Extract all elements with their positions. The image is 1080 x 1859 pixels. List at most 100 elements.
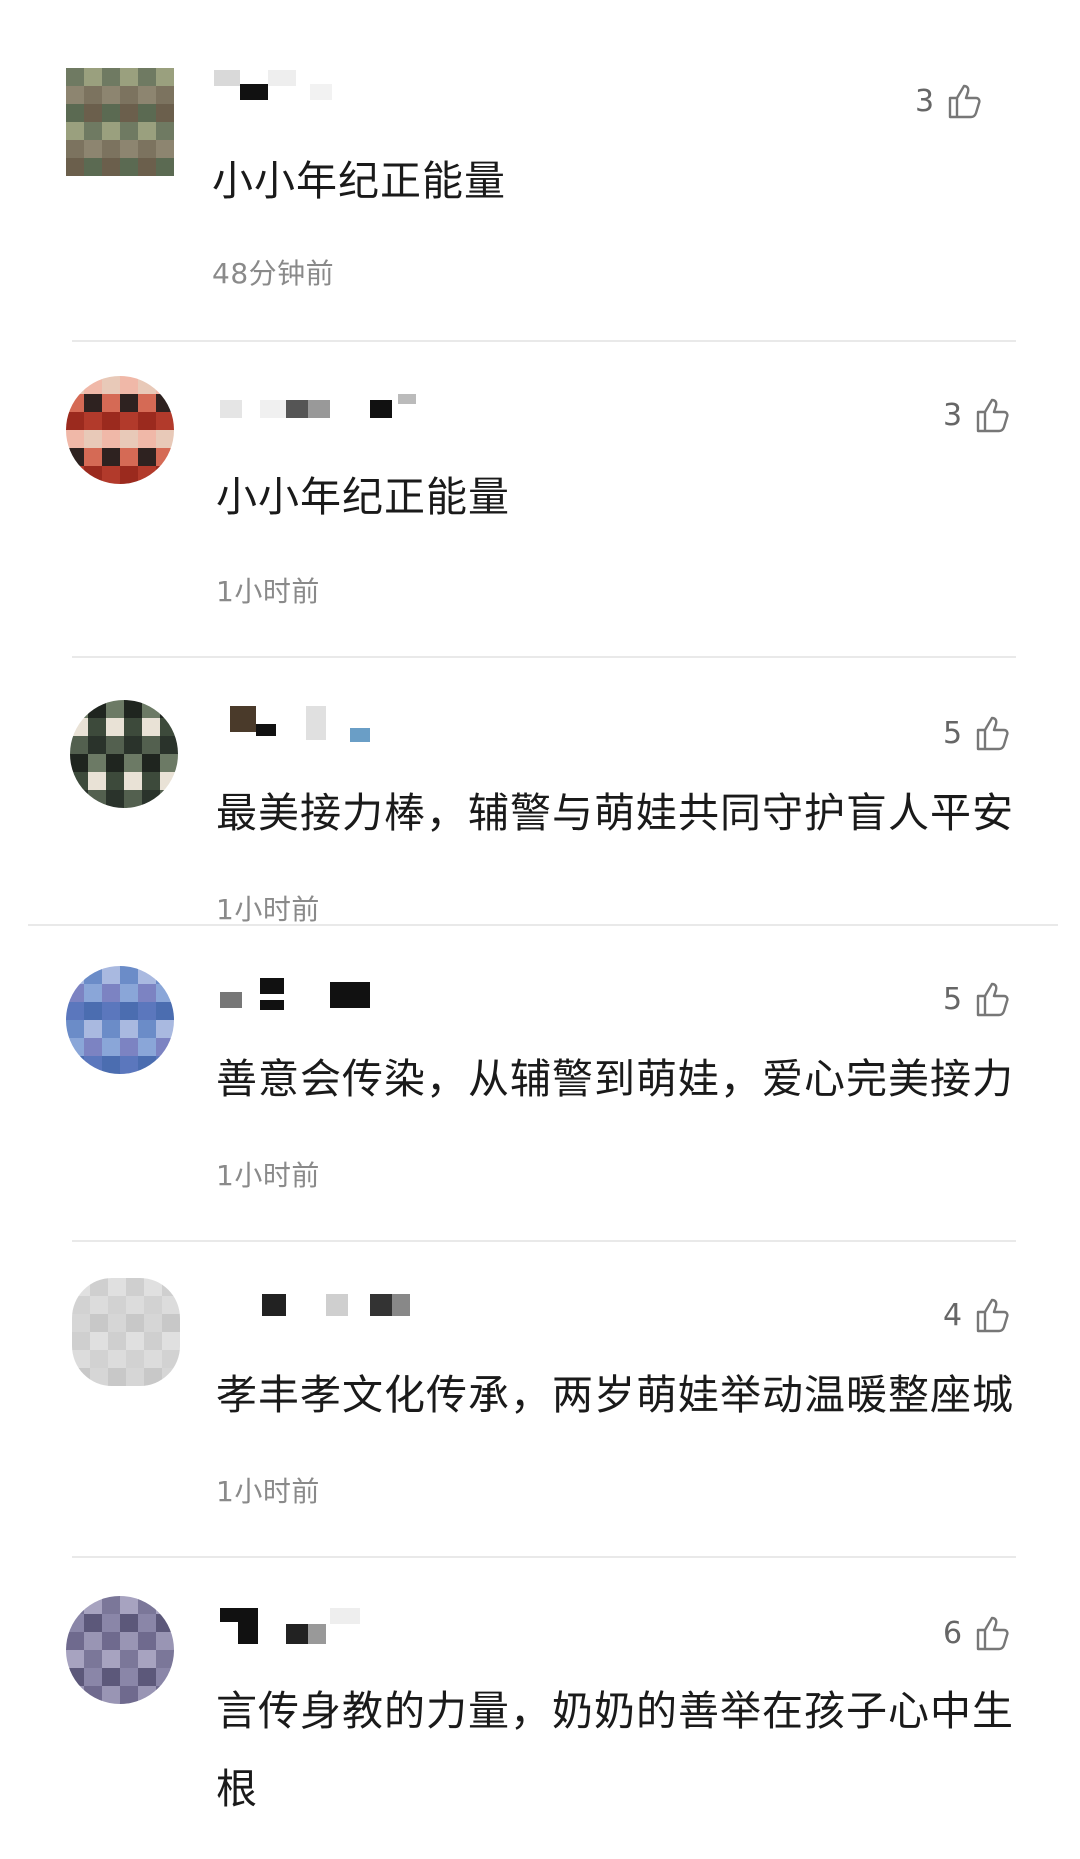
avatar-pixel [88, 700, 106, 718]
avatar-pixel [66, 122, 84, 140]
avatar-pixel [156, 984, 174, 1002]
like-button[interactable]: 4 [943, 1290, 1012, 1340]
avatar-pixel [66, 86, 84, 104]
avatar-pixel [84, 158, 102, 176]
avatar-pixel [156, 966, 174, 984]
avatar-pixel [142, 700, 160, 718]
divider [72, 1556, 1016, 1558]
avatar-pixel [102, 448, 120, 466]
avatar-pixel [138, 122, 156, 140]
username-redacted[interactable] [220, 394, 430, 424]
avatar-pixel [102, 1668, 120, 1686]
avatar-pixel [72, 1368, 90, 1386]
avatar[interactable] [72, 1278, 180, 1386]
avatar-pixel [70, 790, 88, 808]
avatar[interactable] [66, 68, 174, 176]
avatar-pixel [138, 984, 156, 1002]
timestamp: 1小时前 [216, 1159, 320, 1192]
avatar-pixel [138, 158, 156, 176]
avatar-pixel [120, 984, 138, 1002]
avatar-pixel [120, 1650, 138, 1668]
avatar-pixel [84, 1002, 102, 1020]
avatar-pixel [156, 466, 174, 484]
avatar[interactable] [66, 376, 174, 484]
like-button[interactable]: 5 [943, 974, 1012, 1024]
avatar-pixel [156, 412, 174, 430]
like-count: 3 [915, 83, 935, 119]
avatar-pixel [120, 158, 138, 176]
avatar-pixel [102, 1650, 120, 1668]
avatar-pixel [120, 412, 138, 430]
username-redacted[interactable] [214, 70, 354, 100]
avatar[interactable] [66, 1596, 174, 1704]
avatar-pixel [102, 1632, 120, 1650]
avatar-pixel [84, 1056, 102, 1074]
avatar-pixel [70, 736, 88, 754]
avatar-pixel [138, 68, 156, 86]
avatar-pixel [72, 1278, 90, 1296]
avatar-pixel [106, 718, 124, 736]
avatar-pixel [102, 1038, 120, 1056]
username-redacted[interactable] [220, 1294, 420, 1324]
avatar-pixel [138, 1668, 156, 1686]
avatar-pixel [120, 86, 138, 104]
avatar-pixel [120, 140, 138, 158]
avatar-pixel [156, 394, 174, 412]
username-redacted[interactable] [220, 706, 420, 742]
avatar-pixel [160, 736, 178, 754]
avatar-pixel [138, 1056, 156, 1074]
avatar-pixel [126, 1278, 144, 1296]
avatar-pixel [162, 1314, 180, 1332]
avatar-pixel [84, 448, 102, 466]
avatar-pixel [90, 1278, 108, 1296]
like-button[interactable]: 5 [943, 708, 1012, 758]
comment-text: 言传身教的力量，奶奶的善举在孩子心中生根 [216, 1687, 1014, 1813]
avatar-pixel [102, 86, 120, 104]
avatar[interactable] [70, 700, 178, 808]
avatar-pixel [120, 104, 138, 122]
avatar-pixel [66, 966, 84, 984]
timestamp: 1小时前 [216, 893, 320, 926]
username-redacted[interactable] [220, 978, 380, 1010]
like-button[interactable]: 3 [915, 76, 984, 126]
avatar-pixel [138, 1686, 156, 1704]
thumbs-up-icon [948, 84, 981, 119]
avatar-pixel [156, 448, 174, 466]
avatar-pixel [84, 1020, 102, 1038]
avatar-pixel [102, 140, 120, 158]
divider [72, 340, 1016, 342]
avatar-pixel [106, 772, 124, 790]
avatar-pixel [88, 772, 106, 790]
avatar-pixel [84, 1650, 102, 1668]
avatar-pixel [108, 1296, 126, 1314]
avatar-pixel [66, 984, 84, 1002]
avatar-pixel [156, 1614, 174, 1632]
avatar-pixel [138, 1038, 156, 1056]
avatar[interactable] [66, 966, 174, 1074]
avatar-pixel [124, 754, 142, 772]
avatar-pixel [156, 1596, 174, 1614]
avatar-pixel [102, 122, 120, 140]
comment-text: 孝丰孝文化传承，两岁萌娃举动温暖整座城 [216, 1371, 1014, 1419]
avatar-pixel [102, 1002, 120, 1020]
avatar-pixel [108, 1368, 126, 1386]
avatar-pixel [120, 430, 138, 448]
avatar-pixel [88, 790, 106, 808]
avatar-pixel [70, 754, 88, 772]
avatar-pixel [66, 466, 84, 484]
avatar-pixel [138, 86, 156, 104]
like-button[interactable]: 3 [943, 390, 1012, 440]
avatar-pixel [156, 1650, 174, 1668]
avatar-pixel [84, 430, 102, 448]
avatar-pixel [84, 1614, 102, 1632]
avatar-pixel [66, 68, 84, 86]
avatar-pixel [72, 1296, 90, 1314]
like-count: 3 [943, 397, 963, 433]
username-redacted[interactable] [220, 1608, 380, 1644]
like-count: 6 [943, 1615, 963, 1651]
avatar-pixel [66, 1614, 84, 1632]
comment-text: 最美接力棒，辅警与萌娃共同守护盲人平安 [216, 789, 1014, 837]
avatar-pixel [102, 104, 120, 122]
like-button[interactable]: 6 [943, 1608, 1012, 1658]
divider [72, 1240, 1016, 1242]
